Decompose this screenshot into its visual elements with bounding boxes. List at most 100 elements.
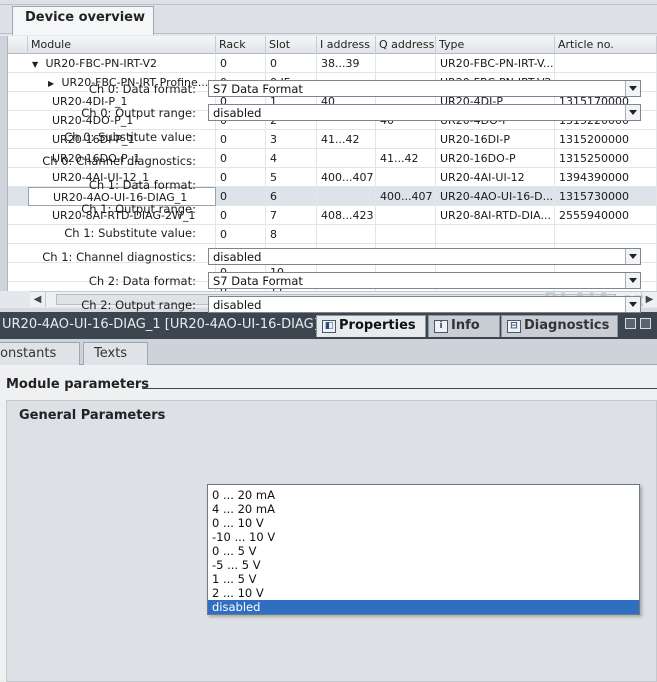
cell-qaddr[interactable] — [376, 130, 436, 149]
column-header-qaddr[interactable]: Q address — [376, 36, 436, 54]
cell-iaddr[interactable]: 38...39 — [317, 54, 376, 73]
output-range-dropdown-list[interactable]: 0 ... 20 mA 4 ... 20 mA 0 ... 10 V -10 ... … — [207, 484, 640, 615]
cell-type[interactable]: UR20-8AI-RTD-DIA... — [436, 206, 555, 225]
restore-icon[interactable] — [625, 318, 636, 329]
param-label: Ch 0: Channel diagnostics: — [42, 154, 196, 168]
cell-iaddr[interactable] — [317, 187, 376, 206]
column-header-iaddr[interactable]: I address — [317, 36, 376, 54]
cell-rack[interactable]: 0 — [216, 130, 266, 149]
tree-expand-icon[interactable]: ▶ — [48, 79, 58, 88]
cell-type[interactable]: UR20-4AI-UI-12 — [436, 168, 555, 187]
dropdown-option[interactable]: 1 ... 5 V — [208, 572, 639, 586]
properties-subtabs: Constants Texts — [0, 339, 657, 365]
param-select[interactable]: disabled — [208, 248, 641, 265]
cell-rack[interactable]: 0 — [216, 206, 266, 225]
cell-type[interactable]: UR20-FBC-PN-IRT-V... — [436, 54, 555, 73]
dropdown-option[interactable]: -5 ... 5 V — [208, 558, 639, 572]
table-row[interactable]: ▼ UR20-FBC-PN-IRT-V2 0 0 38...39 UR20-FBC-PN… — [8, 54, 657, 73]
cell-qaddr[interactable] — [376, 54, 436, 73]
cell-qaddr[interactable] — [376, 225, 436, 244]
cell-article[interactable] — [555, 225, 657, 244]
cell-rack[interactable]: 0 — [216, 187, 266, 206]
param-label: Ch 1: Channel diagnostics: — [42, 250, 196, 264]
cell-slot[interactable]: 0 — [266, 54, 317, 73]
left-collapse-strip[interactable] — [0, 36, 8, 291]
param-label: Ch 2: Data format: — [88, 274, 196, 288]
dropdown-option[interactable]: 2 ... 10 V — [208, 586, 639, 600]
column-header-rack[interactable]: Rack — [216, 36, 266, 54]
cell-article[interactable]: 1315730000 — [555, 187, 657, 206]
dropdown-option[interactable]: 0 ... 20 mA — [208, 488, 639, 502]
chevron-down-icon[interactable] — [625, 273, 640, 288]
chevron-down-icon[interactable] — [625, 249, 640, 264]
tab-texts-label: Texts — [94, 346, 128, 361]
module-name: UR20-FBC-PN-IRT-V2 — [45, 57, 157, 70]
cell-slot[interactable]: 3 — [266, 130, 317, 149]
chevron-down-icon[interactable] — [625, 81, 640, 96]
tab-device-overview[interactable]: Device overview — [12, 6, 154, 35]
column-header-slot[interactable]: Slot — [266, 36, 317, 54]
cell-type[interactable]: UR20-4AO-UI-16-D... — [436, 187, 555, 206]
cell-slot[interactable]: 5 — [266, 168, 317, 187]
tab-label: Info — [451, 318, 480, 333]
param-select[interactable]: disabled — [208, 104, 641, 121]
cell-type[interactable]: UR20-16DI-P — [436, 130, 555, 149]
cell-iaddr[interactable] — [317, 149, 376, 168]
table-header: Module Rack Slot I address Q address Type Arti… — [8, 36, 657, 54]
param-label: Ch 2: Output range: — [81, 298, 196, 312]
cell-qaddr[interactable]: 41...42 — [376, 149, 436, 168]
cell-slot[interactable]: 4 — [266, 149, 317, 168]
param-select-value: disabled — [213, 298, 262, 312]
dropdown-option[interactable]: 0 ... 5 V — [208, 544, 639, 558]
cell-rack[interactable]: 0 — [216, 168, 266, 187]
cell-iaddr[interactable]: 41...42 — [317, 130, 376, 149]
diagnostics-icon: ⊟ — [507, 320, 521, 333]
cell-article[interactable]: 1315200000 — [555, 130, 657, 149]
cell-article[interactable]: 1315250000 — [555, 149, 657, 168]
dropdown-option[interactable]: 4 ... 20 mA — [208, 502, 639, 516]
inspector-title-bar: UR20-4AO-UI-16-DIAG_1 [UR20-4AO-UI-16-DI… — [0, 312, 657, 339]
chevron-down-icon[interactable] — [625, 105, 640, 120]
cell-type[interactable]: UR20-16DO-P — [436, 149, 555, 168]
scroll-left-arrow-icon[interactable]: ◀ — [30, 292, 46, 307]
dropdown-option[interactable]: -10 ... 10 V — [208, 530, 639, 544]
column-header-type[interactable]: Type — [436, 36, 555, 54]
cell-qaddr[interactable] — [376, 206, 436, 225]
cell-article[interactable] — [555, 54, 657, 73]
tab-properties[interactable]: ◧ Properties — [316, 315, 426, 337]
cell-qaddr[interactable]: 400...407 — [376, 187, 436, 206]
tree-collapse-icon[interactable]: ▼ — [32, 60, 42, 69]
tab-info[interactable]: i Info — [428, 315, 500, 337]
cell-module[interactable]: ▼ UR20-FBC-PN-IRT-V2 — [28, 54, 216, 73]
cell-iaddr[interactable] — [317, 225, 376, 244]
param-label: Ch 0: Data format: — [88, 82, 196, 96]
cell-slot[interactable]: 8 — [266, 225, 317, 244]
cell-rack[interactable]: 0 — [216, 225, 266, 244]
chevron-down-icon[interactable] — [625, 297, 640, 312]
param-label: Ch 1: Data format: — [88, 178, 196, 192]
dropdown-option[interactable]: 0 ... 10 V — [208, 516, 639, 530]
tab-texts[interactable]: Texts — [83, 342, 148, 365]
column-header-blank — [8, 36, 28, 54]
cell-iaddr[interactable]: 408...423 — [317, 206, 376, 225]
param-select[interactable]: S7 Data Format — [208, 80, 641, 97]
param-select-value: S7 Data Format — [213, 274, 303, 288]
cell-slot[interactable]: 6 — [266, 187, 317, 206]
cell-slot[interactable]: 7 — [266, 206, 317, 225]
cell-rack[interactable]: 0 — [216, 149, 266, 168]
maximize-icon[interactable] — [640, 318, 651, 329]
cell-qaddr[interactable] — [376, 168, 436, 187]
dropdown-option[interactable]: disabled — [208, 600, 639, 614]
cell-type[interactable] — [436, 225, 555, 244]
param-select[interactable]: S7 Data Format — [208, 272, 641, 289]
column-header-article[interactable]: Article no. — [555, 36, 657, 54]
cell-rack[interactable]: 0 — [216, 54, 266, 73]
tab-diagnostics[interactable]: ⊟ Diagnostics — [501, 315, 618, 337]
column-header-module[interactable]: Module — [28, 36, 216, 54]
cell-iaddr[interactable]: 400...407 — [317, 168, 376, 187]
tab-constants[interactable]: Constants — [0, 342, 80, 365]
param-select[interactable]: disabled — [208, 296, 641, 313]
cell-article[interactable]: 1394390000 — [555, 168, 657, 187]
cell-article[interactable]: 2555940000 — [555, 206, 657, 225]
param-label: Ch 0: Output range: — [81, 106, 196, 120]
